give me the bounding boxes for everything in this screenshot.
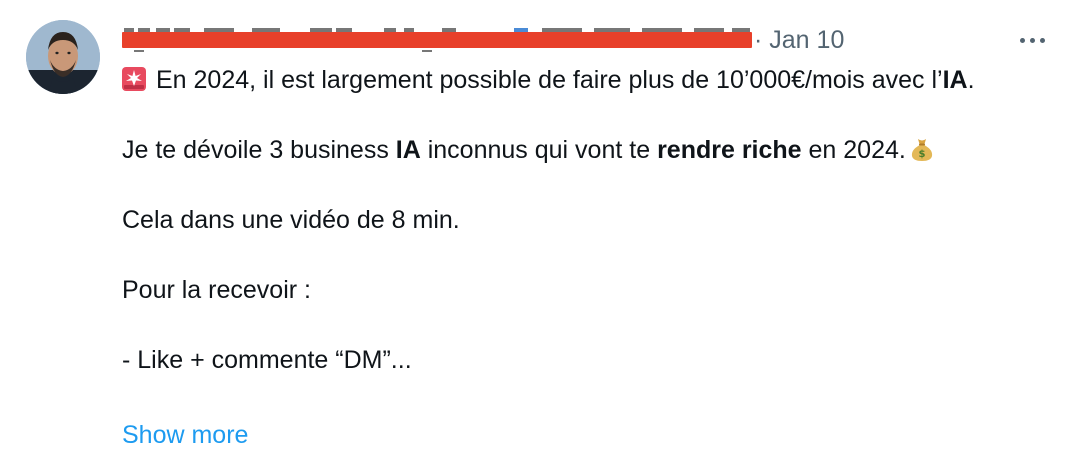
- avatar[interactable]: [26, 20, 100, 94]
- tweet-text-segment: en 2024.: [801, 136, 906, 164]
- tweet-text-segment: .: [967, 66, 975, 94]
- more-dot-icon: [1039, 37, 1045, 43]
- more-options-button[interactable]: [1012, 22, 1052, 58]
- tweet-text-bold: rendre riche: [657, 136, 802, 164]
- money-bag-icon: $: [911, 139, 932, 161]
- tweet-line-5: - Like + commente “DM”...: [122, 346, 412, 374]
- tweet-timestamp[interactable]: · Jan 10: [754, 26, 844, 55]
- tweet-text-bold: IA: [395, 136, 421, 164]
- tweet-header: · Jan 10: [122, 20, 1052, 60]
- tweet-text-segment: Je te dévoile 3 business: [122, 136, 396, 164]
- separator: ·: [754, 26, 763, 54]
- svg-text:$: $: [918, 149, 925, 160]
- tweet-text-segment: inconnus qui vont te: [420, 136, 658, 164]
- redaction-bar: [122, 32, 752, 48]
- tweet-line-1: En 2024, il est largement possible de fa…: [122, 62, 1042, 98]
- police-light-icon: [122, 67, 146, 91]
- date: Jan 10: [769, 26, 845, 54]
- tweet: · Jan 10 En 2024, il est largement possi…: [0, 0, 1074, 476]
- more-dot-icon: [1029, 37, 1035, 43]
- tweet-text-bold: IA: [942, 66, 968, 94]
- tweet-line-2: Je te dévoile 3 business IA inconnus qui…: [122, 132, 1042, 168]
- avatar-image: [26, 20, 100, 94]
- tweet-line-3: Cela dans une vidéo de 8 min.: [122, 206, 460, 234]
- tweet-text: En 2024, il est largement possible de fa…: [122, 62, 1042, 378]
- tweet-line-4: Pour la recevoir :: [122, 276, 311, 304]
- more-dot-icon: [1019, 37, 1025, 43]
- show-more-link[interactable]: Show more: [122, 421, 248, 450]
- tweet-text-segment: En 2024, il est largement possible de fa…: [156, 66, 943, 94]
